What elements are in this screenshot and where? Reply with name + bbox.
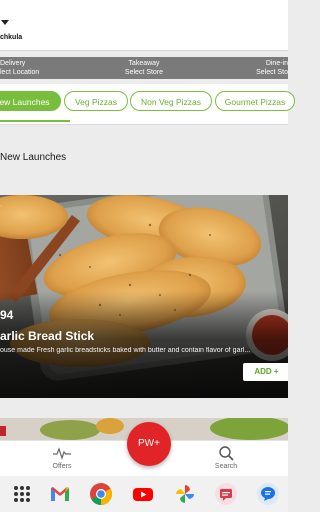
app-dock bbox=[0, 476, 288, 512]
tab-new-launches[interactable]: ew Launches bbox=[0, 91, 61, 111]
messages-icon[interactable] bbox=[214, 482, 238, 506]
card-corner-text: r bbox=[0, 203, 1, 212]
product-name: arlic Bread Stick bbox=[0, 329, 95, 343]
product-price: 94 bbox=[0, 308, 14, 322]
photos-icon[interactable] bbox=[173, 482, 197, 506]
mode-takeaway[interactable]: Takeaway Select Store bbox=[110, 59, 178, 77]
mode-dine-in[interactable]: Dine-in Select Sto bbox=[238, 59, 288, 77]
order-mode-bar: Delivery lect Location Takeaway Select S… bbox=[0, 57, 288, 79]
location-header: chkula bbox=[0, 0, 288, 51]
offers-label[interactable]: Offers bbox=[42, 463, 82, 470]
search-icon[interactable] bbox=[218, 445, 234, 461]
add-to-cart-button[interactable]: ADD + bbox=[243, 363, 288, 381]
product-description: ouse made Fresh garlic breadsticks baked… bbox=[0, 347, 251, 354]
tab-veg-pizzas[interactable]: Veg Pizzas bbox=[64, 91, 128, 111]
active-tab-indicator bbox=[0, 120, 70, 122]
location-city[interactable]: chkula bbox=[0, 34, 22, 41]
chat-icon[interactable] bbox=[256, 482, 280, 506]
mode-takeaway-title: Takeaway bbox=[128, 60, 160, 67]
app-drawer-icon[interactable] bbox=[10, 482, 34, 506]
mode-delivery-subtitle: lect Location bbox=[0, 69, 40, 76]
mode-delivery-title: Delivery bbox=[0, 60, 26, 67]
caret-down-icon[interactable] bbox=[0, 16, 12, 28]
tab-non-veg-pizzas[interactable]: Non Veg Pizzas bbox=[130, 91, 212, 111]
card-scrim bbox=[0, 291, 288, 398]
offers-icon[interactable] bbox=[52, 446, 72, 460]
mode-dine-in-title: Dine-in bbox=[265, 60, 288, 67]
search-label[interactable]: Search bbox=[206, 463, 246, 470]
gmail-icon[interactable] bbox=[48, 482, 72, 506]
category-tabs: ew Launches Veg Pizzas Non Veg Pizzas Go… bbox=[0, 84, 295, 125]
tab-gourmet-pizzas[interactable]: Gourmet Pizzas bbox=[215, 91, 295, 111]
mode-dine-in-subtitle: Select Sto bbox=[256, 69, 288, 76]
youtube-icon[interactable] bbox=[131, 482, 155, 506]
section-title: New Launches bbox=[0, 152, 67, 163]
mode-takeaway-subtitle: Select Store bbox=[124, 69, 164, 76]
pw-plus-button[interactable]: PW+ bbox=[127, 422, 171, 466]
mode-delivery[interactable]: Delivery lect Location bbox=[0, 59, 50, 77]
chrome-icon[interactable] bbox=[89, 482, 113, 506]
product-card[interactable]: r 94 arlic Bread Stick ouse made Fresh g… bbox=[0, 195, 288, 398]
